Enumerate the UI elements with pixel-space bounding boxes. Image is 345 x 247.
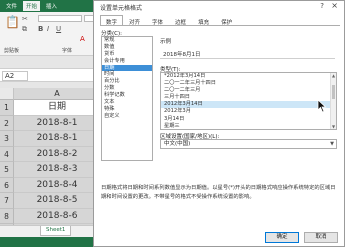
row-header[interactable]: 3: [0, 131, 14, 147]
category-item[interactable]: 会计专用: [102, 58, 152, 65]
row-header[interactable]: 8: [0, 208, 14, 224]
dialog-title-bar: 设置单元格格式 ? ×: [94, 1, 344, 13]
cell[interactable]: 2018-8-2: [14, 146, 100, 162]
sample-label: 示例: [160, 39, 172, 45]
category-item[interactable]: 常规: [102, 37, 152, 44]
copy-icon[interactable]: ⧉: [22, 25, 27, 34]
row-header[interactable]: 2: [0, 115, 14, 131]
worksheet-grid: A 1 日期 2 2018-8-1 3 2018-8-1 4 2018-8-2 5 2018-8-…: [0, 88, 100, 240]
column-header-a[interactable]: A: [14, 88, 100, 100]
name-box[interactable]: A2: [2, 71, 28, 81]
category-item[interactable]: 文本: [102, 99, 152, 106]
category-item[interactable]: 科学记数: [102, 92, 152, 99]
tab-divider: [100, 25, 340, 26]
close-button[interactable]: ×: [331, 1, 338, 10]
row-header[interactable]: 5: [0, 162, 14, 178]
clipboard-group-label: 剪贴板: [4, 48, 20, 54]
ribbon-tab-insert[interactable]: 插入: [43, 1, 60, 11]
select-all-corner[interactable]: [0, 88, 14, 100]
category-list[interactable]: 常规 数值 货币 会计专用 日期 时间 百分比 分数 科学记数 文本 特殊 自定义: [101, 36, 153, 161]
sheet-bar: Sheet1: [0, 225, 100, 237]
category-item[interactable]: 自定义: [102, 113, 152, 120]
ribbon: 📋 ✂ ⧉ 剪贴板 B I U A 字体: [0, 12, 100, 56]
sample-value: 2018年8月1日: [163, 52, 201, 58]
sample-box: 2018年8月1日: [160, 46, 335, 59]
chevron-down-icon[interactable]: ▼: [330, 141, 334, 147]
sheet-tab[interactable]: Sheet1: [40, 226, 72, 236]
type-item[interactable]: 2012年3月: [161, 108, 336, 115]
row-header[interactable]: 7: [0, 193, 14, 209]
category-item[interactable]: 数值: [102, 44, 152, 51]
cell[interactable]: 2018-8-6: [14, 208, 100, 224]
type-list[interactable]: *2012年3月14日 二〇一二年三月十四日 二〇一二年三月 三月十四日 2012年3月…: [160, 72, 337, 130]
type-item[interactable]: 3月14日: [161, 116, 336, 123]
category-item[interactable]: 货币: [102, 51, 152, 58]
font-name-box[interactable]: [38, 15, 82, 22]
formula-bar: A2: [0, 68, 100, 82]
dialog-title: 设置单元格格式: [100, 5, 143, 12]
paste-icon[interactable]: 📋: [5, 15, 20, 29]
font-color-icon[interactable]: A: [80, 35, 85, 43]
type-item[interactable]: 星期三: [161, 123, 336, 129]
cell[interactable]: 2018-8-3: [14, 162, 100, 178]
cell[interactable]: 日期: [14, 100, 100, 116]
underline-icon[interactable]: U: [56, 25, 61, 33]
status-bar: [0, 237, 100, 247]
type-scrollbar[interactable]: ▲ ▼: [330, 73, 336, 129]
mouse-pointer-icon: [317, 99, 327, 113]
row-header[interactable]: 6: [0, 177, 14, 193]
cancel-button[interactable]: 取消: [304, 232, 338, 243]
cell[interactable]: 2018-8-4: [14, 177, 100, 193]
cell[interactable]: 2018-8-5: [14, 193, 100, 209]
cut-icon[interactable]: ✂: [22, 15, 28, 23]
format-cells-dialog: 设置单元格格式 ? × 数字 对齐 字体 边框 填充 保护 分类(C): 常规数…: [93, 0, 345, 247]
scroll-thumb[interactable]: [332, 85, 335, 99]
category-item[interactable]: 特殊: [102, 106, 152, 113]
bold-icon[interactable]: B: [38, 25, 43, 33]
ribbon-tabs: 文件 开始 插入: [0, 0, 100, 12]
cell[interactable]: 2018-8-1: [14, 131, 100, 147]
italic-icon[interactable]: I: [47, 25, 49, 33]
ribbon-tab-file[interactable]: 文件: [3, 1, 20, 11]
scroll-down-icon[interactable]: ▼: [331, 124, 336, 129]
row-header[interactable]: 1: [0, 100, 14, 116]
ok-button[interactable]: 确定: [265, 232, 299, 243]
format-description: 日期格式将日期和时间系列数值显示为日期值。以星号(*)开头的日期格式响应操作系统…: [101, 185, 336, 200]
locale-select[interactable]: 中文(中国) ▼: [160, 139, 337, 149]
ribbon-tab-home[interactable]: 开始: [23, 1, 41, 11]
cell[interactable]: 2018-8-1: [14, 115, 100, 131]
scroll-up-icon[interactable]: ▲: [331, 73, 336, 78]
row-header[interactable]: 4: [0, 146, 14, 162]
locale-value: 中文(中国): [164, 141, 191, 147]
help-button[interactable]: ?: [320, 2, 324, 10]
type-items: *2012年3月14日 二〇一二年三月十四日 二〇一二年三月 三月十四日 2012年3月…: [161, 73, 336, 129]
font-group-label: 字体: [62, 48, 73, 54]
